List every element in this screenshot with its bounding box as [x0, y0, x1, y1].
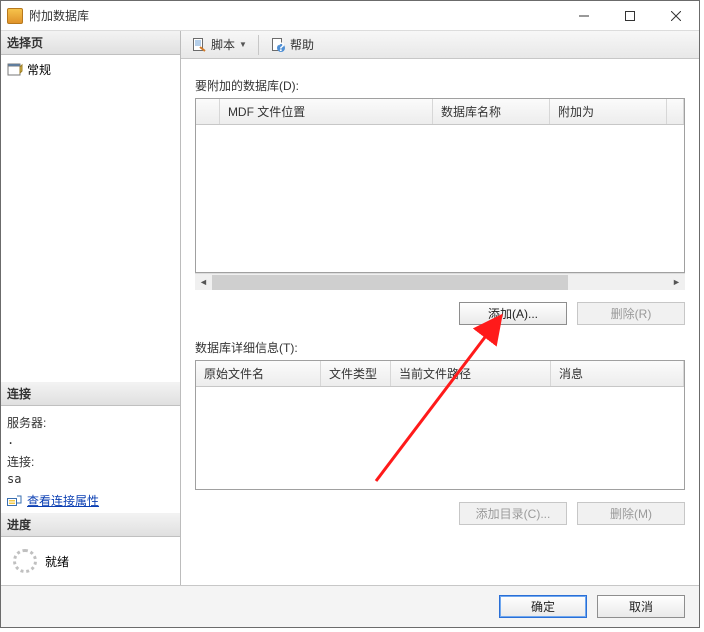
progress-body: 就绪	[1, 537, 180, 585]
window-title: 附加数据库	[29, 7, 561, 24]
script-button[interactable]: 脚本 ▼	[187, 34, 251, 55]
server-value: .	[7, 433, 174, 447]
page-icon	[7, 63, 23, 77]
ok-button[interactable]: 确定	[499, 595, 587, 618]
databases-to-attach-label: 要附加的数据库(D):	[195, 77, 685, 94]
nav-item-label: 常规	[27, 61, 51, 78]
progress-header: 进度	[1, 513, 180, 537]
select-page-header: 选择页	[1, 31, 180, 55]
progress-spinner-icon	[13, 549, 37, 573]
database-details-group: 数据库详细信息(T): 原始文件名 文件类型 当前文件路径 消息 添加目录(C)…	[195, 339, 685, 539]
database-icon	[7, 8, 23, 24]
help-button[interactable]: ? 帮助	[266, 34, 318, 55]
row-header-blank	[196, 99, 220, 124]
details-grid-header: 原始文件名 文件类型 当前文件路径 消息	[196, 361, 684, 387]
minimize-button[interactable]	[561, 1, 607, 30]
titlebar: 附加数据库	[1, 1, 699, 31]
connection-body: 服务器: . 连接: sa 查看连接属性	[1, 406, 180, 513]
add-button[interactable]: 添加(A)...	[459, 302, 567, 325]
connection-label: 连接:	[7, 453, 174, 470]
dialog-footer: 确定 取消	[1, 585, 699, 627]
svg-text:?: ?	[277, 40, 284, 53]
col-mdf-location[interactable]: MDF 文件位置	[220, 99, 433, 124]
dialog-body: 选择页 常规 连接 服务器: . 连接: sa	[1, 31, 699, 585]
view-connection-properties-link[interactable]: 查看连接属性	[27, 492, 99, 509]
right-pane: 脚本 ▼ ? 帮助 要附加的数据库(D):	[181, 31, 699, 585]
databases-grid-hscroll[interactable]: ◄ ►	[195, 273, 685, 290]
maximize-button[interactable]	[607, 1, 653, 30]
col-current-path[interactable]: 当前文件路径	[391, 361, 551, 386]
scroll-track[interactable]	[212, 275, 668, 290]
chevron-down-icon: ▼	[239, 40, 247, 49]
attach-database-dialog: 附加数据库 选择页	[0, 0, 700, 628]
database-details-label: 数据库详细信息(T):	[195, 339, 685, 356]
content-area: 要附加的数据库(D): MDF 文件位置 数据库名称 附加为 ◄	[181, 59, 699, 585]
scroll-left-icon[interactable]: ◄	[195, 275, 212, 290]
toolbar: 脚本 ▼ ? 帮助	[181, 31, 699, 59]
databases-button-row: 添加(A)... 删除(R)	[195, 302, 685, 325]
window-controls	[561, 1, 699, 30]
server-label: 服务器:	[7, 414, 174, 431]
help-icon: ?	[270, 37, 286, 53]
remove-button: 删除(R)	[577, 302, 685, 325]
details-grid[interactable]: 原始文件名 文件类型 当前文件路径 消息	[195, 360, 685, 490]
connection-value: sa	[7, 472, 174, 486]
close-button[interactable]	[653, 1, 699, 30]
col-attach-as[interactable]: 附加为	[550, 99, 667, 124]
databases-to-attach-group: 要附加的数据库(D): MDF 文件位置 数据库名称 附加为 ◄	[195, 77, 685, 339]
connection-icon	[7, 494, 23, 508]
script-label: 脚本	[211, 36, 235, 53]
scroll-thumb[interactable]	[212, 275, 568, 290]
col-message[interactable]: 消息	[551, 361, 684, 386]
col-db-name[interactable]: 数据库名称	[433, 99, 550, 124]
toolbar-separator	[258, 35, 259, 55]
remove-detail-button: 删除(M)	[577, 502, 685, 525]
progress-status: 就绪	[45, 553, 69, 570]
databases-grid[interactable]: MDF 文件位置 数据库名称 附加为	[195, 98, 685, 273]
cancel-button[interactable]: 取消	[597, 595, 685, 618]
script-icon	[191, 37, 207, 53]
left-pane: 选择页 常规 连接 服务器: . 连接: sa	[1, 31, 181, 585]
select-page-body: 常规	[1, 55, 180, 382]
details-button-row: 添加目录(C)... 删除(M)	[195, 502, 685, 525]
view-connection-properties[interactable]: 查看连接属性	[7, 492, 174, 509]
scroll-right-icon[interactable]: ►	[668, 275, 685, 290]
col-original-filename[interactable]: 原始文件名	[196, 361, 321, 386]
connection-header: 连接	[1, 382, 180, 406]
help-label: 帮助	[290, 36, 314, 53]
col-file-type[interactable]: 文件类型	[321, 361, 391, 386]
add-directory-button: 添加目录(C)...	[459, 502, 567, 525]
databases-grid-header: MDF 文件位置 数据库名称 附加为	[196, 99, 684, 125]
col-extra	[667, 99, 684, 124]
nav-item-general[interactable]: 常规	[7, 59, 174, 80]
